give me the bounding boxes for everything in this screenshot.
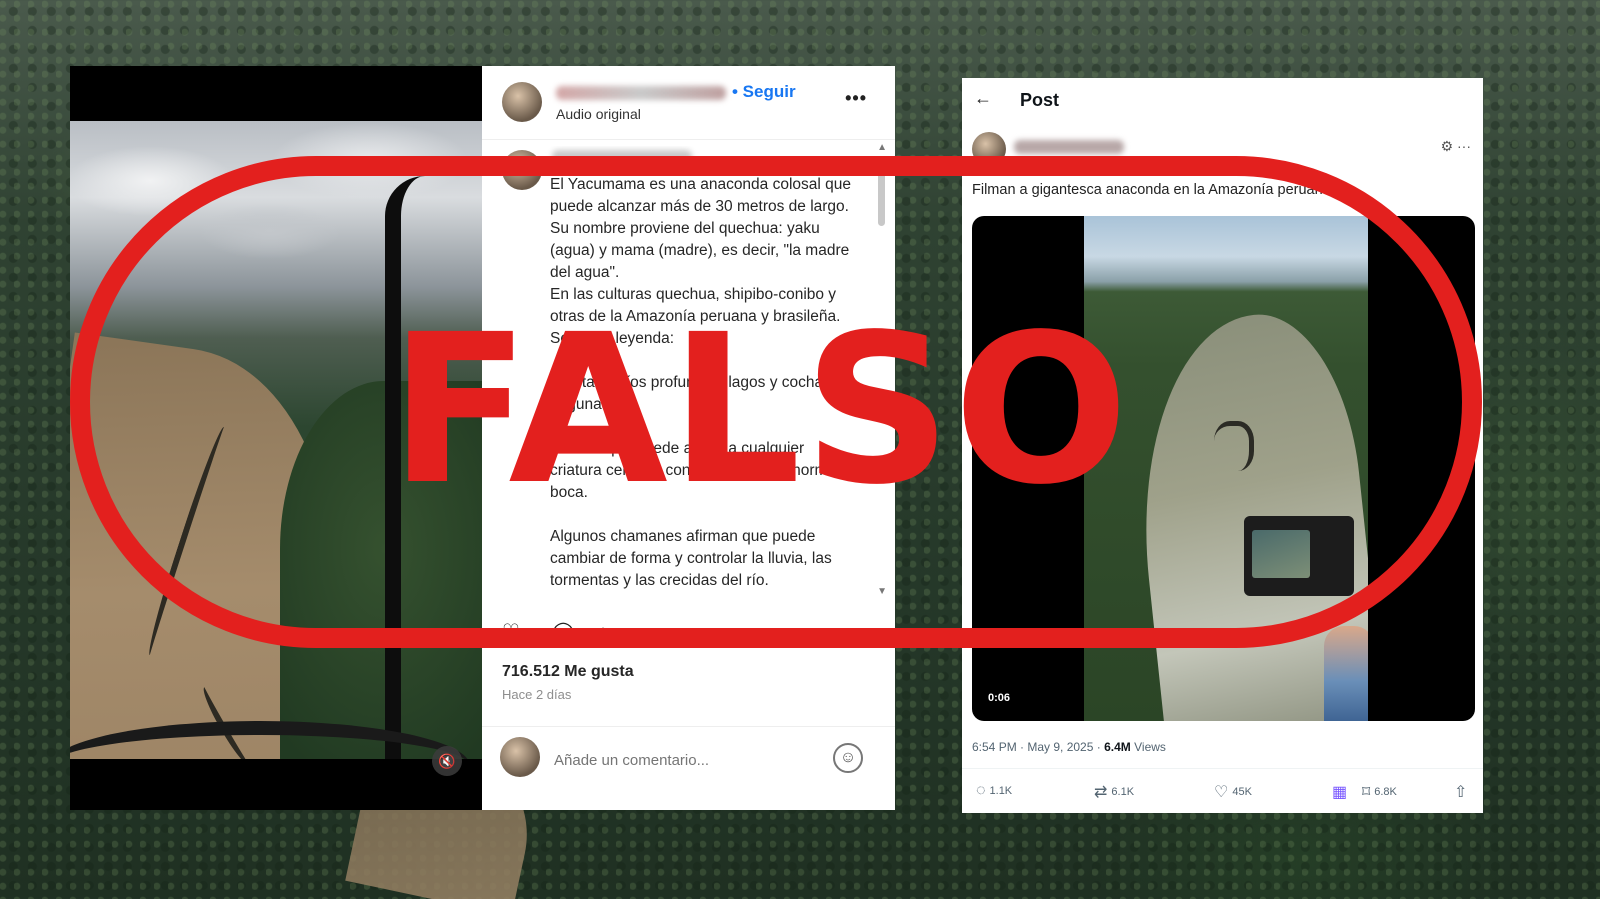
arm-image: [1324, 626, 1368, 721]
like-button[interactable]: ♡ 45K: [1214, 782, 1252, 802]
bookmark-count: 6.8K: [1374, 786, 1397, 798]
x-top-bar: ← Post: [962, 78, 1483, 122]
share-icon: ⇧: [1454, 784, 1468, 801]
audio-label[interactable]: Audio original: [556, 106, 641, 122]
helicopter-window-frame: [385, 176, 431, 759]
likes-count[interactable]: 716.512 Me gusta: [502, 663, 634, 681]
repost-count: 6.1K: [1111, 786, 1135, 798]
bookmark-button[interactable]: ⌑ 6.8K: [1362, 782, 1397, 802]
heart-icon[interactable]: ♡: [502, 619, 520, 644]
bookmark-icon: ⌑: [1362, 784, 1371, 801]
like-count: 45K: [1232, 786, 1252, 798]
post-text: Filman a gigantesca anaconda en la Amazo…: [972, 182, 1331, 198]
emoji-icon[interactable]: ☺: [833, 743, 863, 773]
post-actions: ♡ ◯ ➢ ▭: [482, 619, 895, 649]
heart-icon: ♡: [1214, 784, 1229, 801]
repost-icon: ⇄: [1094, 784, 1108, 801]
views-label: Views: [1134, 740, 1166, 754]
back-arrow-icon[interactable]: ←: [974, 88, 992, 109]
reply-button[interactable]: ◌ 1.1K: [976, 782, 1012, 800]
muted-speaker-icon[interactable]: 🔇: [432, 746, 462, 776]
views-count: 6.4M: [1104, 740, 1131, 754]
comment-row: ☺: [482, 726, 895, 796]
grok-button[interactable]: ▦: [1332, 782, 1347, 802]
anaconda-shape: [1214, 421, 1254, 471]
comment-icon[interactable]: ◯: [552, 619, 574, 644]
post-time: Hace 2 días: [502, 687, 572, 702]
follow-button[interactable]: • Seguir: [732, 82, 796, 102]
post-caption: El Yacumama es una anaconda colosal que …: [550, 176, 852, 589]
video-duration: 0:06: [988, 692, 1011, 704]
share-button[interactable]: ⇧: [1454, 782, 1467, 802]
reply-count: 1.1K: [989, 785, 1013, 797]
blurred-username: [552, 150, 692, 164]
camera-image: [1244, 516, 1354, 596]
repost-button[interactable]: ⇄ 6.1K: [1094, 782, 1134, 802]
instagram-post-panel: • Seguir Audio original ••• El Yacumama …: [482, 66, 895, 810]
camera-screen: [1252, 530, 1310, 578]
reply-icon: ◌: [976, 782, 986, 799]
avatar[interactable]: [502, 82, 542, 122]
bookmark-icon[interactable]: ▭: [844, 619, 863, 644]
post-timestamp[interactable]: 6:54 PM · May 9, 2025: [972, 740, 1093, 754]
jungle-image: [280, 381, 482, 759]
avatar[interactable]: [972, 132, 1006, 166]
divider: [962, 768, 1483, 769]
scroll-down-icon[interactable]: ▼: [877, 586, 887, 597]
scrollbar[interactable]: [878, 166, 885, 226]
caption-area[interactable]: El Yacumama es una anaconda colosal que …: [482, 146, 895, 601]
x-actions-row: ◌ 1.1K ⇄ 6.1K ♡ 45K ▦ ⌑ 6.8K ⇧: [962, 782, 1483, 806]
avatar: [500, 737, 540, 777]
comment-input[interactable]: [554, 747, 824, 773]
reel-video-frame[interactable]: ⚙: [70, 121, 482, 759]
more-options-icon[interactable]: •••: [845, 88, 867, 109]
x-video-player[interactable]: 0:06: [972, 216, 1475, 721]
author-row: ⚙ ···: [962, 122, 1483, 182]
blurred-username[interactable]: [1014, 140, 1124, 154]
reel-video-panel[interactable]: ⚙ 🔇: [70, 66, 482, 810]
grok-icon: ▦: [1332, 784, 1348, 801]
scroll-up-icon[interactable]: ▲: [877, 142, 887, 153]
post-meta: 6:54 PM · May 9, 2025 · 6.4M Views: [972, 740, 1166, 754]
blurred-username: [556, 86, 726, 100]
video-frame[interactable]: [1084, 216, 1368, 721]
x-post-panel: ← Post ⚙ ··· Filman a gigantesca anacond…: [962, 78, 1483, 813]
page-title: Post: [1020, 90, 1060, 110]
avatar[interactable]: [502, 150, 542, 190]
share-icon[interactable]: ➢: [600, 619, 617, 644]
post-header: • Seguir Audio original •••: [482, 66, 895, 140]
more-options-icon[interactable]: ⚙ ···: [1441, 138, 1471, 155]
